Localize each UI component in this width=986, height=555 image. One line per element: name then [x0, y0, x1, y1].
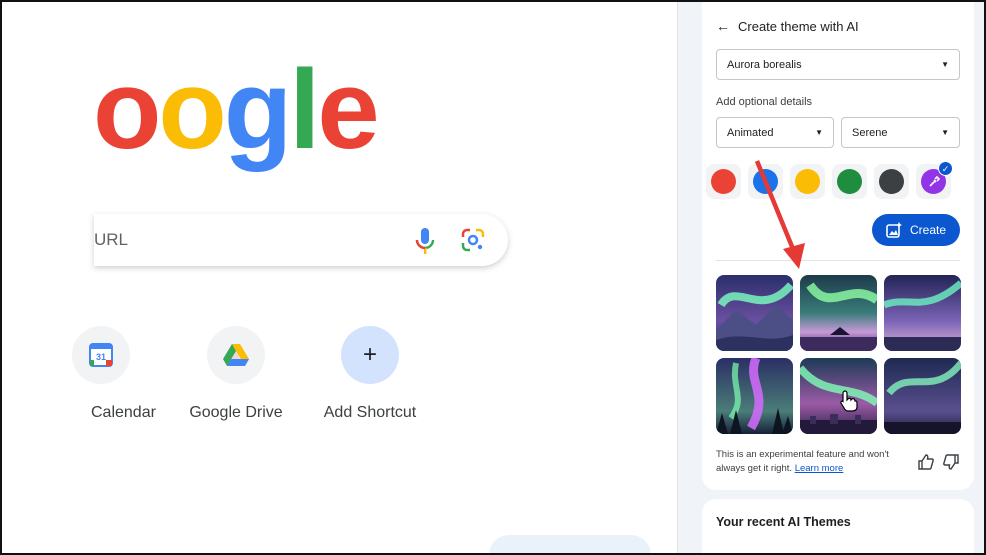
- generated-theme-thumbnail[interactable]: [884, 358, 961, 434]
- create-button[interactable]: Create: [872, 214, 960, 246]
- google-calendar-icon: 31: [89, 343, 113, 367]
- shortcut-label: Google Drive: [189, 404, 283, 421]
- shortcut-label: Add Shortcut: [323, 404, 417, 421]
- shortcut-label: Calendar: [91, 404, 156, 421]
- generated-theme-thumbnail[interactable]: [884, 275, 961, 351]
- shortcut-calendar[interactable]: 31 Calendar: [58, 326, 158, 422]
- hand-cursor-icon: [840, 390, 858, 412]
- aurora-image-4: [716, 358, 793, 434]
- dropdown-caret-icon: ▼: [815, 128, 823, 137]
- shortcut-google-drive[interactable]: Google Drive: [171, 326, 301, 422]
- mood-select[interactable]: Serene ▼: [841, 117, 960, 148]
- aurora-image-2: [800, 275, 877, 351]
- color-dot: [879, 169, 904, 194]
- ai-image-icon: [886, 222, 902, 238]
- color-dot: [837, 169, 862, 194]
- aurora-image-3: [884, 275, 961, 351]
- new-tab-page: oogle URL 31 Calendar Google Drive + Add…: [2, 2, 677, 553]
- recent-themes-card: Your recent AI Themes: [702, 499, 974, 553]
- aurora-image-5: [800, 358, 877, 434]
- panel-title: Create theme with AI: [738, 18, 859, 34]
- recent-themes-title: Your recent AI Themes: [716, 515, 851, 529]
- subject-value: Aurora borealis: [727, 58, 802, 71]
- optional-details-label: Add optional details: [716, 96, 813, 108]
- generated-theme-thumbnail[interactable]: [716, 275, 793, 351]
- generated-theme-thumbnail[interactable]: [800, 358, 877, 434]
- learn-more-link[interactable]: Learn more: [795, 463, 844, 474]
- color-swatch-grey[interactable]: [874, 164, 909, 199]
- google-logo: oogle: [93, 47, 380, 172]
- generated-theme-thumbnail[interactable]: [800, 275, 877, 351]
- color-dot: [711, 169, 736, 194]
- back-arrow-icon: ←: [716, 18, 730, 34]
- logo-letter: o: [93, 47, 161, 172]
- google-drive-icon: [223, 343, 249, 366]
- logo-letter: l: [289, 47, 320, 172]
- back-button[interactable]: ← Create theme with AI: [716, 18, 859, 34]
- logo-letter: g: [223, 47, 292, 172]
- annotation-arrow-icon: [754, 160, 805, 269]
- logo-letter: e: [317, 47, 379, 172]
- thumbs-up-icon[interactable]: [918, 454, 934, 470]
- customize-chrome-button[interactable]: [489, 535, 651, 553]
- style-value: Animated: [727, 126, 774, 139]
- shortcut-icon-tile: [207, 326, 265, 384]
- microphone-icon[interactable]: [414, 227, 436, 255]
- create-theme-card: ← Create theme with AI Aurora borealis ▼…: [702, 2, 974, 490]
- aurora-image-1: [716, 275, 793, 351]
- plus-icon: +: [341, 326, 399, 384]
- shortcut-icon-tile: 31: [72, 326, 130, 384]
- google-lens-icon[interactable]: [461, 228, 485, 252]
- svg-text:31: 31: [96, 352, 106, 362]
- thumbs-down-icon[interactable]: [943, 454, 959, 470]
- subject-select[interactable]: Aurora borealis ▼: [716, 49, 960, 80]
- aurora-image-6: [884, 358, 961, 434]
- experimental-disclaimer: This is an experimental feature and won'…: [716, 448, 911, 476]
- screenshot-frame: oogle URL 31 Calendar Google Drive + Add…: [0, 0, 986, 555]
- color-swatch-green[interactable]: [832, 164, 867, 199]
- custom-color-picker[interactable]: ✓: [916, 161, 953, 199]
- dropdown-caret-icon: ▼: [941, 60, 949, 69]
- create-label: Create: [909, 223, 947, 237]
- search-input[interactable]: URL: [94, 230, 128, 250]
- style-select[interactable]: Animated ▼: [716, 117, 834, 148]
- dropdown-caret-icon: ▼: [941, 128, 949, 137]
- selected-check-icon: ✓: [938, 161, 953, 176]
- eyedropper-icon: [928, 175, 940, 187]
- search-box[interactable]: URL: [94, 214, 508, 266]
- add-shortcut-button[interactable]: + Add Shortcut: [305, 326, 435, 422]
- logo-letter: o: [158, 47, 226, 172]
- color-swatch-red[interactable]: [706, 164, 741, 199]
- customize-side-panel: ← Create theme with AI Aurora borealis ▼…: [677, 2, 984, 553]
- generated-theme-thumbnail[interactable]: [716, 358, 793, 434]
- mood-value: Serene: [852, 126, 888, 139]
